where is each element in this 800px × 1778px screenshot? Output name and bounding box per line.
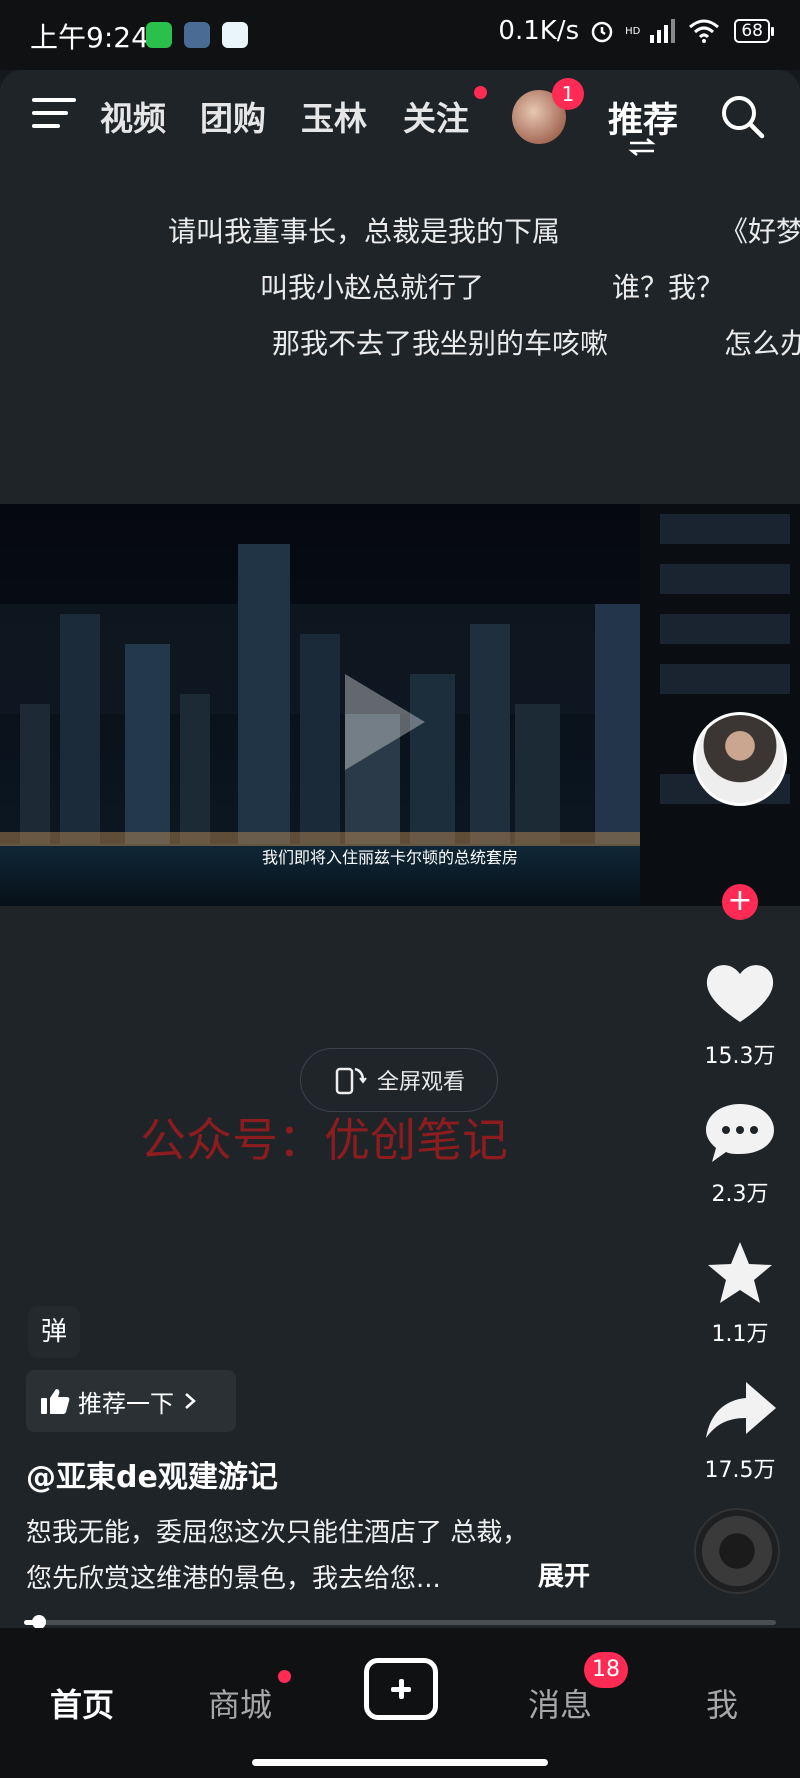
messages-badge: 18: [584, 1652, 628, 1688]
danmaku-comment: 请叫我董事长，总裁是我的下属: [168, 215, 561, 248]
follow-dot: [474, 86, 487, 99]
settings-app-icon: [184, 22, 210, 48]
danmaku-comment: 怎么办: [724, 327, 800, 360]
status-time: 上午9:24: [30, 21, 149, 54]
like-count: 15.3万: [704, 1044, 776, 1069]
danmaku-comment: 谁？我？: [612, 271, 725, 304]
tab-local[interactable]: 玉林: [301, 92, 367, 140]
favorite-count: 1.1万: [711, 1322, 769, 1347]
post-description: 恕我无能，委屈您这次只能住酒店了 总裁， 您先欣赏这维港的景色，我去给您...: [26, 1510, 606, 1602]
author-avatar[interactable]: [693, 712, 787, 806]
rotate-screen-icon: [335, 1067, 367, 1095]
danmu-toggle-button[interactable]: 弹: [28, 1306, 80, 1358]
home-indicator: [252, 1759, 548, 1766]
fullscreen-button[interactable]: 全屏观看: [300, 1048, 498, 1112]
alarm-icon: [591, 21, 613, 43]
create-post-button[interactable]: [364, 1658, 438, 1720]
top-nav: 视频 团购 玉林 关注 1 推荐: [0, 70, 800, 170]
music-disc[interactable]: [694, 1508, 780, 1594]
progress-knob[interactable]: [32, 1615, 47, 1628]
tab-follow[interactable]: 关注: [403, 92, 469, 140]
video-subtitle: 我们即将入住丽兹卡尔顿的总统套房: [262, 848, 519, 867]
search-icon[interactable]: [720, 94, 766, 140]
favorite-star-icon[interactable]: [700, 1238, 780, 1308]
status-bar: 上午9:24 0.1K/s HD 68: [0, 0, 800, 70]
network-speed: 0.1K/s: [498, 16, 580, 46]
avatar-badge: 1: [552, 78, 584, 110]
menu-icon[interactable]: [32, 98, 76, 138]
battery-icon: 68: [734, 19, 774, 43]
thumbs-up-icon: [41, 1389, 70, 1414]
recommend-button[interactable]: 推荐一下: [26, 1370, 236, 1432]
author-username[interactable]: @亚東de观建游记: [26, 1452, 278, 1496]
mall-dot: [278, 1670, 291, 1683]
tab-video[interactable]: 视频: [100, 92, 166, 140]
cloud-app-icon: [222, 22, 248, 48]
follow-plus-icon[interactable]: +: [722, 884, 758, 920]
share-count: 17.5万: [704, 1458, 776, 1483]
wechat-icon: [146, 22, 172, 48]
signal-icon: [650, 19, 676, 43]
share-arrow-icon[interactable]: [700, 1376, 780, 1446]
chevron-right-icon: [185, 1393, 196, 1409]
status-indicators: 0.1K/s HD 68: [498, 16, 774, 46]
danmaku-comment: 《好梦: [720, 215, 800, 248]
bottom-tab-bar: 首页 商城 消息 18 我: [0, 1628, 800, 1778]
danmaku-comment: 叫我小赵总就行了: [260, 271, 485, 304]
tab-group-buy[interactable]: 团购: [200, 92, 266, 140]
tab-messages[interactable]: 消息: [528, 1680, 592, 1726]
wifi-icon: [689, 19, 720, 43]
watermark-text: 公众号：优创笔记: [140, 1113, 508, 1167]
recommend-label: 推荐一下: [78, 1389, 174, 1418]
like-heart-icon[interactable]: [700, 958, 780, 1028]
expand-link[interactable]: 展开: [538, 1556, 590, 1593]
network-type: HD: [625, 25, 641, 37]
danmaku-comment: 那我不去了我坐别的车咳嗽: [272, 327, 609, 360]
play-icon[interactable]: [345, 674, 425, 770]
feed-panel: 视频 团购 玉林 关注 1 推荐 请叫我董事长，总裁是我的下属 《好梦 叫我小赵…: [0, 70, 800, 1628]
comment-icon[interactable]: [700, 1098, 780, 1168]
post-description-line: 恕我无能，委屈您这次只能住酒店了 总裁，: [26, 1518, 529, 1548]
tab-recommend[interactable]: 推荐: [608, 92, 678, 143]
comment-count: 2.3万: [711, 1182, 769, 1207]
tab-mall[interactable]: 商城: [208, 1680, 272, 1726]
fullscreen-label: 全屏观看: [376, 1070, 465, 1095]
video-player[interactable]: 我们即将入住丽兹卡尔顿的总统套房: [0, 504, 800, 906]
post-description-line: 您先欣赏这维港的景色，我去给您...: [26, 1564, 441, 1594]
swap-icon: [628, 138, 656, 156]
tab-home[interactable]: 首页: [50, 1680, 114, 1726]
video-progress-bar[interactable]: [24, 1615, 776, 1628]
tab-me[interactable]: 我: [706, 1680, 738, 1726]
